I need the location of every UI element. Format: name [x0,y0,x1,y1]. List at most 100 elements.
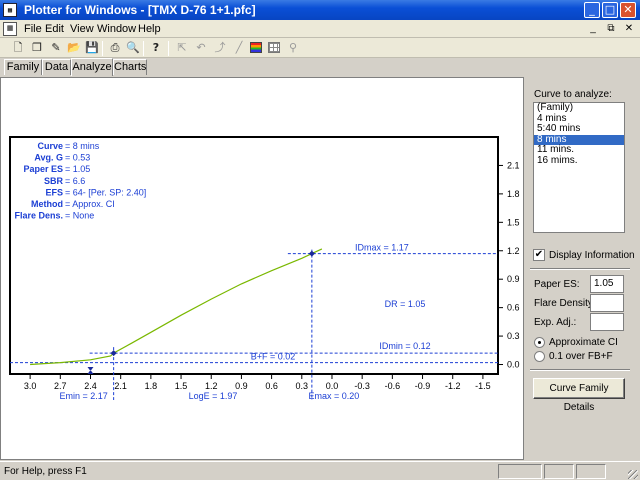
fb-plus-f-label: 0.1 over FB+F [549,351,613,362]
annotation-emin: Emin = 2.17 [59,391,107,401]
tab-charts[interactable]: Charts [113,59,147,75]
x-tick-label: -0.9 [415,381,431,391]
undo-tool-icon[interactable]: ↶ [193,40,209,56]
y-tick-label: 0.3 [507,331,520,341]
curve-list-item[interactable]: 5:40 mins [534,123,624,135]
exp-adj-input[interactable] [590,313,624,331]
status-bar: For Help, press F1 [0,461,640,480]
new-document-icon[interactable]: 🗋 [10,40,26,56]
status-text: For Help, press F1 [4,466,87,477]
x-tick-label: 1.5 [175,381,188,391]
document-menu-icon[interactable]: ▦ [3,22,17,36]
save-disk-icon[interactable]: 💾 [84,40,100,56]
x-tick-label: 0.0 [326,381,339,391]
menu-edit[interactable]: Edit [45,23,64,35]
toolbar-separator [102,41,103,56]
paper-es-label: Paper ES: [534,279,580,290]
y-tick-label: 1.8 [507,189,520,199]
title-bar[interactable]: ▦ Plotter for Windows - [TMX D-76 1+1.pf… [0,0,640,20]
info-value: = 1.05 [65,164,90,174]
zoom-icon[interactable]: ⚲ [285,40,301,56]
display-information-label: Display Information [549,250,635,261]
x-tick-label: 3.0 [24,381,37,391]
tab-data[interactable]: Data [42,59,71,75]
line-tool-icon[interactable]: ╱ [231,40,247,56]
status-pane [576,464,606,479]
characteristic-curve-chart: 0.0 0.3 0.6 0.9 1.2 1.5 1.8 2.1 3.0 2.7 2.4 2.1 1.8 1… [9,136,520,401]
status-pane [498,464,542,479]
tab-strip: Family Data Analyze Charts [0,58,640,76]
menu-help[interactable]: Help [138,23,161,35]
x-tick-label: 0.6 [265,381,278,391]
x-tick-label: -1.5 [475,381,491,391]
print-preview-icon[interactable]: 🔍 [125,40,141,56]
info-value: = Approx. CI [65,199,115,209]
paper-es-input[interactable]: 1.05 [590,275,624,293]
curve-family-details-button[interactable]: Curve Family Details [533,378,625,413]
annotation-bf: B+F = 0.02 [251,352,296,362]
info-value: = None [65,211,94,221]
curve-list-item[interactable]: 16 mims. [534,155,624,167]
curve-list-item[interactable]: (Family) [534,102,624,114]
grid-icon[interactable] [268,42,280,53]
annotation-dr: DR = 1.05 [385,299,426,309]
display-information-checkbox[interactable]: ✔ [533,249,545,261]
copy-document-icon[interactable]: ❐ [29,40,45,56]
x-tick-label: -0.3 [354,381,370,391]
doc-minimize-icon[interactable]: _ [585,22,601,36]
y-tick-label: 1.2 [507,246,520,256]
menu-view[interactable]: View [70,23,94,35]
plot-area: 0.0 0.3 0.6 0.9 1.2 1.5 1.8 2.1 3.0 2.7 2.4 2.1 1.8 1… [0,77,524,460]
resize-grip-icon[interactable] [628,470,638,479]
y-tick-label: 1.5 [507,217,520,227]
doc-close-icon[interactable]: ✕ [621,22,637,36]
info-label: Flare Dens. [14,211,63,221]
toolbar-separator [168,41,169,56]
palette-icon[interactable] [250,42,262,53]
flare-density-input[interactable] [590,294,624,312]
menu-window[interactable]: Window [97,23,136,35]
curve-list-item[interactable]: 11 mins. [534,144,624,156]
x-tick-label: 0.3 [296,381,309,391]
y-tick-label: 0.0 [507,360,520,370]
menu-bar: ▦ File Edit View Window Help _ ⧉ ✕ [0,20,640,38]
y-tick-label: 2.1 [507,160,520,170]
pointer-tool-icon[interactable]: ⇱ [174,40,190,56]
toolbar: 🗋 ❐ ✎ 📂 💾 ⎙ 🔍 ? ⇱ ↶ ⤴ ╱ ⚲ [0,38,640,58]
x-tick-label: 1.8 [145,381,158,391]
close-button[interactable]: ✕ [620,2,636,18]
help-icon[interactable]: ? [148,40,164,56]
open-folder-icon[interactable]: 📂 [66,40,82,56]
tab-family[interactable]: Family [4,59,42,75]
y-tick-label: 0.6 [507,303,520,313]
x-tick-label: 2.7 [54,381,67,391]
info-label: EFS [45,187,63,197]
print-icon[interactable]: ⎙ [107,40,123,56]
toolbar-separator [143,41,144,56]
x-tick-label: 0.9 [235,381,248,391]
exp-adj-label: Exp. Adj.: [534,317,577,328]
x-tick-label: 2.1 [114,381,127,391]
x-tick-label: 1.2 [205,381,218,391]
x-tick-label: 2.4 [84,381,97,391]
info-value: = 6.6 [65,176,85,186]
info-label: Avg. G [34,153,63,163]
curve-listbox[interactable]: (Family) 4 mins 5:40 mins 8 mins 11 mins. 16 … [533,102,625,233]
status-pane [544,464,574,479]
info-label: Curve [37,141,63,151]
curve-tool-icon[interactable]: ⤴ [212,40,228,56]
tab-analyze[interactable]: Analyze [71,58,113,76]
fb-plus-f-radio[interactable] [534,351,545,362]
doc-restore-icon[interactable]: ⧉ [603,22,619,36]
edit-document-icon[interactable]: ✎ [48,40,64,56]
curve-to-analyze-label: Curve to analyze: [534,89,612,100]
menu-file[interactable]: File [24,23,42,35]
annotation-idmin: IDmin = 0.12 [379,341,430,351]
maximize-button[interactable]: □ [602,2,618,18]
annotation-idmax: IDmax = 1.17 [355,243,409,253]
app-icon[interactable]: ▦ [3,3,17,17]
info-value: = 64- [Per. SP: 2.40] [65,187,146,197]
info-label: SBR [44,176,64,186]
approximate-ci-radio[interactable] [534,337,545,348]
minimize-button[interactable]: _ [584,2,600,18]
